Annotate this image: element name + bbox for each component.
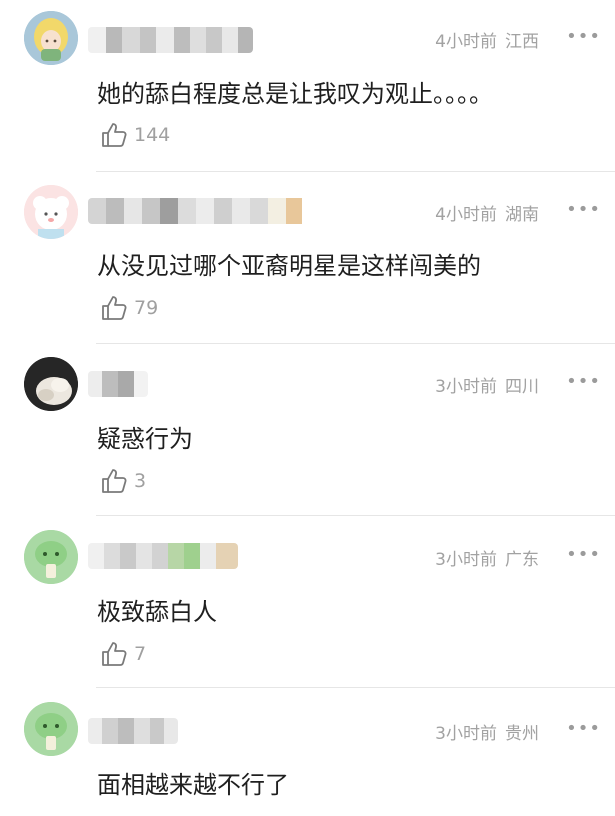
comment-location: 贵州 bbox=[505, 724, 539, 744]
thumbs-up-icon bbox=[102, 469, 127, 493]
comment-meta: 3小时前 贵州 bbox=[435, 719, 539, 744]
like-button[interactable]: 79 bbox=[100, 294, 158, 322]
thumbs-up-icon bbox=[102, 642, 127, 666]
more-dots-icon[interactable]: ••• bbox=[566, 371, 601, 392]
like-count: 3 bbox=[134, 470, 147, 492]
comment-item: 3小时前 广东 ••• 极致舔白人 7 bbox=[0, 516, 615, 688]
username-redacted[interactable] bbox=[88, 198, 314, 224]
more-dots-icon[interactable]: ••• bbox=[566, 199, 601, 220]
comment-location: 四川 bbox=[505, 377, 539, 397]
comment-time: 3小时前 bbox=[435, 550, 497, 570]
like-button[interactable]: 144 bbox=[100, 121, 170, 149]
avatar[interactable] bbox=[24, 185, 78, 239]
comment-text: 从没见过哪个亚裔明星是这样闯美的 bbox=[97, 252, 481, 280]
comment-text: 面相越来越不行了 bbox=[97, 771, 289, 799]
comment-location: 湖南 bbox=[505, 205, 539, 225]
comment-time: 3小时前 bbox=[435, 724, 497, 744]
comment-text: 她的舔白程度总是让我叹为观止。。。。 bbox=[97, 80, 493, 108]
username-redacted[interactable] bbox=[88, 718, 178, 744]
like-count: 79 bbox=[134, 297, 159, 319]
like-count: 144 bbox=[134, 124, 171, 146]
comment-location: 江西 bbox=[505, 32, 539, 52]
comment-time: 4小时前 bbox=[435, 205, 497, 225]
comment-item: 4小时前 湖南 ••• 从没见过哪个亚裔明星是这样闯美的 79 bbox=[0, 172, 615, 344]
comment-meta: 3小时前 四川 bbox=[435, 372, 539, 397]
comment-time: 4小时前 bbox=[435, 32, 497, 52]
more-dots-icon[interactable]: ••• bbox=[566, 544, 601, 565]
comment-meta: 3小时前 广东 bbox=[435, 545, 539, 570]
more-dots-icon[interactable]: ••• bbox=[566, 26, 601, 47]
comment-item: 3小时前 贵州 ••• 面相越来越不行了 bbox=[0, 688, 615, 816]
username-redacted[interactable] bbox=[88, 371, 148, 397]
comment-location: 广东 bbox=[505, 550, 539, 570]
thumbs-up-icon bbox=[102, 123, 127, 147]
like-button[interactable]: 7 bbox=[100, 640, 146, 668]
comment-time: 3小时前 bbox=[435, 377, 497, 397]
avatar[interactable] bbox=[24, 530, 78, 584]
comment-item: 3小时前 四川 ••• 疑惑行为 3 bbox=[0, 344, 615, 516]
comment-meta: 4小时前 湖南 bbox=[435, 200, 539, 225]
username-redacted[interactable] bbox=[88, 543, 238, 569]
avatar[interactable] bbox=[24, 11, 78, 65]
like-count: 7 bbox=[134, 643, 147, 665]
avatar[interactable] bbox=[24, 702, 78, 756]
comment-meta: 4小时前 江西 bbox=[435, 27, 539, 52]
like-button[interactable]: 3 bbox=[100, 467, 146, 495]
username-redacted[interactable] bbox=[88, 27, 253, 53]
thumbs-up-icon bbox=[102, 296, 127, 320]
comment-text: 疑惑行为 bbox=[97, 425, 193, 453]
comment-text: 极致舔白人 bbox=[97, 598, 217, 626]
avatar[interactable] bbox=[24, 357, 78, 411]
more-dots-icon[interactable]: ••• bbox=[566, 718, 601, 739]
comment-item: 4小时前 江西 ••• 她的舔白程度总是让我叹为观止。。。。 144 bbox=[0, 0, 615, 172]
